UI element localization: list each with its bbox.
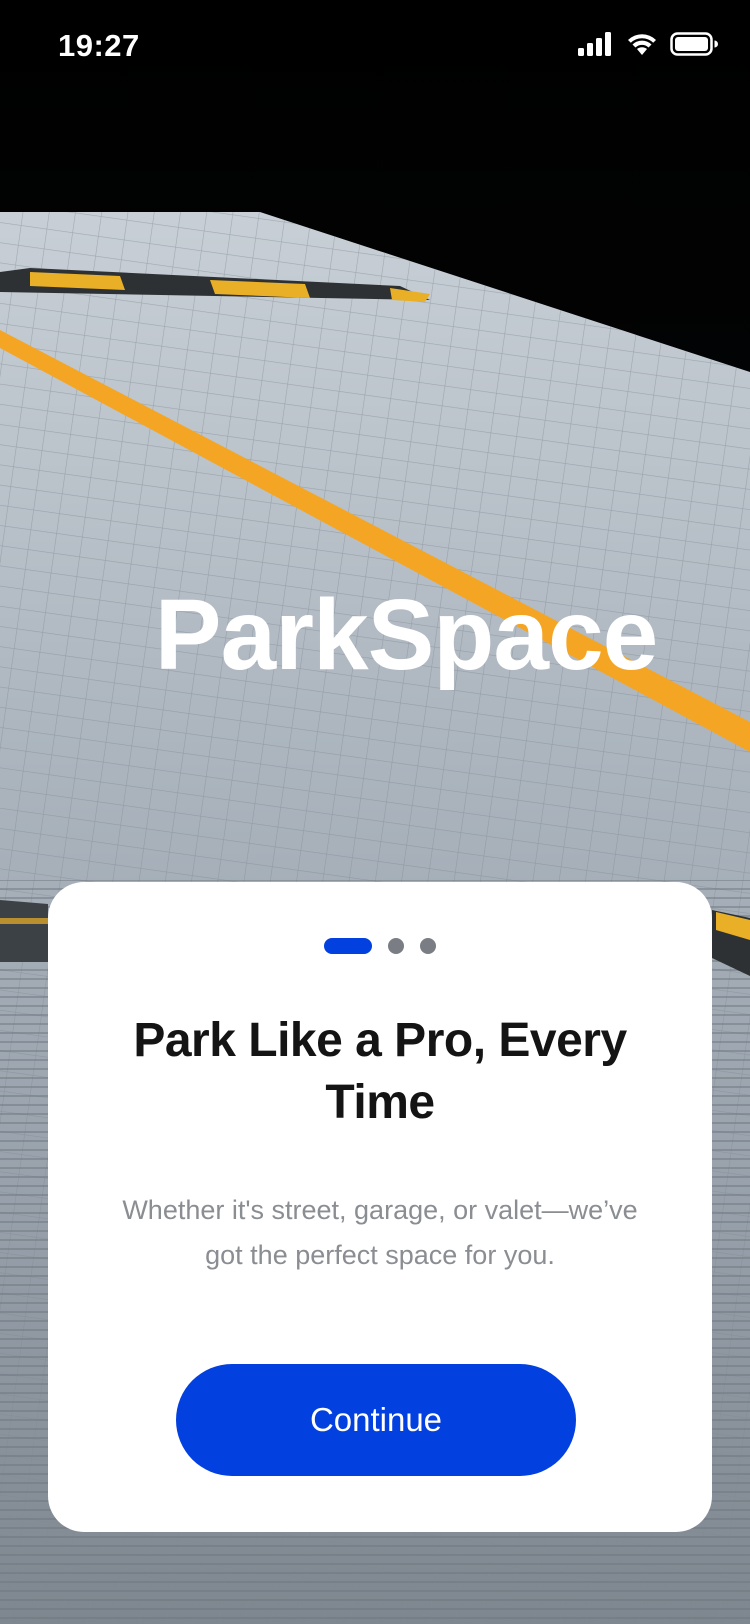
- status-time: 19:27: [58, 28, 140, 63]
- wifi-icon: [628, 34, 656, 55]
- page-dot-3[interactable]: [420, 938, 436, 954]
- onboarding-screen: 19:27 ParkSpace Park Like a Pro, Every T…: [0, 0, 750, 1624]
- page-indicator: [48, 938, 712, 954]
- signal-icon: [578, 32, 611, 56]
- onboarding-title: Park Like a Pro, Every Time: [133, 1014, 627, 1129]
- page-dot-1-active[interactable]: [324, 938, 372, 954]
- battery-icon: [670, 32, 718, 56]
- onboarding-subtitle: Whether it's street, garage, or valet—we…: [122, 1195, 638, 1270]
- status-icons: [578, 32, 718, 56]
- page-dot-2[interactable]: [388, 938, 404, 954]
- continue-button[interactable]: Continue: [176, 1364, 576, 1476]
- onboarding-card: Park Like a Pro, Every Time Whether it's…: [48, 882, 712, 1532]
- status-bar: 19:27: [0, 0, 750, 96]
- app-title: ParkSpace: [154, 579, 658, 691]
